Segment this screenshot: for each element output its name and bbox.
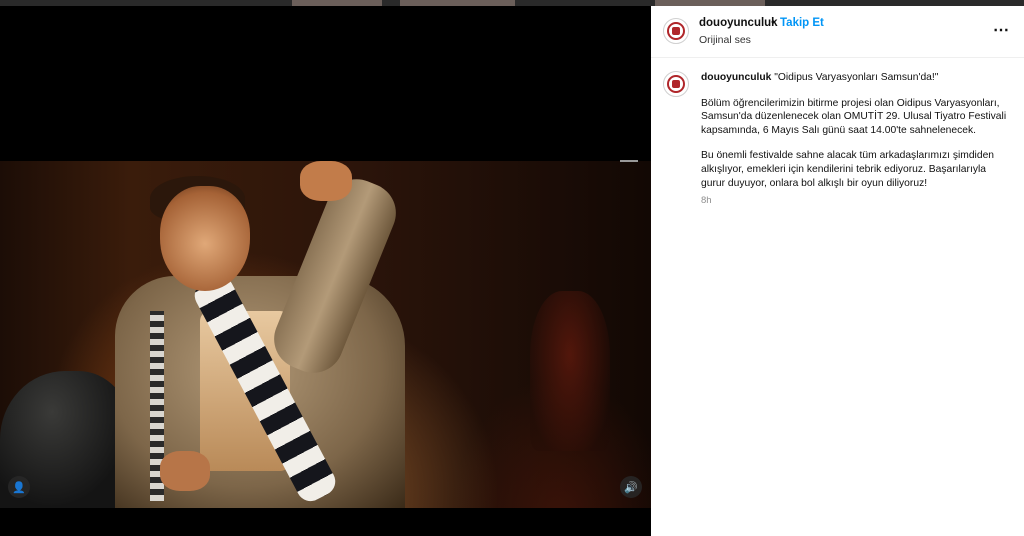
avatar[interactable] xyxy=(663,18,689,44)
user-icon: 👤 xyxy=(12,481,26,494)
caption-body: douoyunculuk "Oidipus Varyasyonları Sams… xyxy=(701,71,1011,208)
video-scene-raised-hand xyxy=(300,161,352,201)
post-media[interactable]: 👤 🔊 xyxy=(0,6,651,536)
post-caption: douoyunculuk "Oidipus Varyasyonları Sams… xyxy=(651,59,1024,220)
caption-paragraph: Bu önemli festivalde sahne alacak tüm ar… xyxy=(701,150,995,189)
logo-ring-icon xyxy=(667,22,685,40)
mute-toggle-button[interactable]: 🔊 xyxy=(620,476,642,498)
logo-core-icon xyxy=(672,27,680,35)
more-options-icon[interactable]: ⋯ xyxy=(993,20,1010,40)
video-scene-face xyxy=(160,186,250,291)
video-scene-held-hand xyxy=(160,451,210,491)
post-username-link[interactable]: douoyunculuk xyxy=(699,17,778,29)
speaker-icon: 🔊 xyxy=(624,481,638,494)
post-timestamp[interactable]: 8h xyxy=(701,194,1011,208)
post-header: douoyunculuk • Takip Et Orijinal ses ⋯ xyxy=(651,6,1024,58)
video-progress-indicator xyxy=(620,160,638,162)
logo-core-icon xyxy=(672,80,680,88)
caption-avatar[interactable] xyxy=(663,71,689,97)
tagged-users-button[interactable]: 👤 xyxy=(8,476,30,498)
caption-paragraph: Bölüm öğrencilerimizin bitirme projesi o… xyxy=(701,97,1007,136)
logo-ring-icon xyxy=(667,75,685,93)
audio-link[interactable]: Orijinal ses xyxy=(699,34,751,46)
separator-dot: • xyxy=(771,15,776,29)
video-player[interactable] xyxy=(0,161,651,508)
caption-headline: "Oidipus Varyasyonları Samsun'da!" xyxy=(774,72,939,83)
follow-button[interactable]: Takip Et xyxy=(780,17,824,29)
caption-username-link[interactable]: douoyunculuk xyxy=(701,72,771,83)
post-side-panel: douoyunculuk • Takip Et Orijinal ses ⋯ d… xyxy=(651,6,1024,536)
video-scene-background-person xyxy=(530,291,610,451)
